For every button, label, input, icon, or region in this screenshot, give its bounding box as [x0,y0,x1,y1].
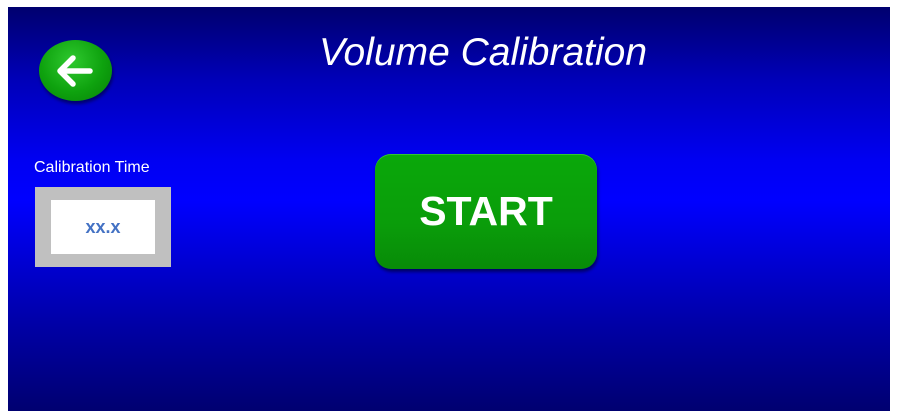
page-title: Volume Calibration [318,31,648,74]
calibration-time-label: Calibration Time [34,159,150,176]
back-button[interactable] [39,40,112,101]
calibration-time-field[interactable]: xx.x [35,187,171,267]
start-button[interactable]: START [375,154,597,269]
calibration-screen: Volume Calibration Calibration Time xx.x… [8,7,890,411]
arrow-left-icon [57,55,93,87]
calibration-time-value[interactable]: xx.x [51,200,155,254]
